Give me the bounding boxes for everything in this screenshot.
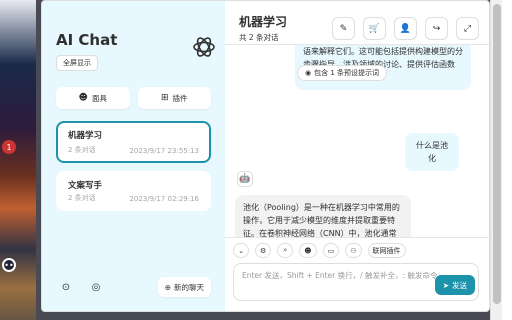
bot-message: 池化（Pooling）是一种在机器学习中常用的操作，它用于减少模型的维度并提取重… — [235, 195, 411, 237]
github-icon: ◎ — [91, 281, 101, 293]
desktop-background: 1 •• — [0, 0, 36, 320]
mask-button[interactable]: ☻ 面具 — [56, 87, 130, 109]
settings-button[interactable]: ⊙ — [56, 277, 76, 297]
mask-button-label: 面具 — [91, 93, 107, 103]
cart-button[interactable]: 🛒 — [363, 17, 386, 40]
preset-prompt-pill[interactable]: ◉ 包含 1 条预设提示词 — [297, 65, 388, 81]
new-chat-label: 新的聊天 — [174, 282, 204, 292]
sidebar: AI Chat 全屏显示 ☻ 面具 ⊞ 插件 机器学习 2 条对话 2023/9… — [42, 1, 225, 311]
chat-header: 机器学习 共 2 条对话 ✎ 🛒 👤 ↪ ⤢ — [225, 1, 489, 45]
mask-icon: ☻ — [304, 246, 312, 255]
web-plugin-button[interactable]: 联网插件 — [367, 243, 406, 258]
edit-button[interactable]: ✎ — [332, 17, 355, 40]
page-scrollbar[interactable] — [490, 0, 502, 320]
plus-circle-icon: ⊕ — [164, 282, 171, 292]
scroll-down-button[interactable]: ⌄ — [233, 243, 249, 258]
scrollbar-thumb[interactable] — [493, 4, 501, 304]
user-button[interactable]: 👤 — [394, 17, 417, 40]
wand-icon: ⌕ — [283, 246, 288, 254]
new-chat-button[interactable]: ⊕ 新的聊天 — [157, 277, 211, 297]
input-toolbar: ⌄ ⚙ ⌕ ☻ ▭ ⚇ 联网插件 — [225, 237, 489, 259]
share-icon: ↪ — [432, 23, 441, 34]
send-icon: ➤ — [442, 280, 449, 290]
chat-list: 机器学习 2 条对话 2023/9/17 23:55:13 文案写手 2 条对话… — [56, 121, 211, 211]
double-chevron-down-icon: ⌄ — [238, 246, 244, 255]
eye-icon: ◉ — [305, 69, 312, 77]
chat-window: AI Chat 全屏显示 ☻ 面具 ⊞ 插件 机器学习 2 条对话 2023/9… — [41, 0, 490, 312]
app-icon: •• — [2, 258, 16, 272]
chat-item-title: 文案写手 — [68, 181, 103, 191]
broom-icon: ▭ — [327, 246, 335, 255]
plugin-grid-icon: ⊞ — [160, 93, 169, 103]
send-label: 发送 — [452, 280, 467, 290]
bot-avatar: 🤖 — [237, 171, 253, 187]
gear-icon: ⚙ — [260, 246, 267, 255]
plugin-button[interactable]: ⊞ 插件 — [137, 87, 211, 109]
chat-item-date: 2023/9/17 02:29:16 — [129, 195, 199, 203]
user-message: 什么是池化 — [405, 133, 459, 171]
robot-button[interactable]: ⚇ — [345, 243, 362, 258]
fullscreen-button[interactable]: 全屏显示 — [56, 55, 98, 71]
mask-toolbar-button[interactable]: ☻ — [299, 243, 317, 258]
notification-icon: 1 — [2, 140, 16, 154]
pencil-icon: ✎ — [339, 23, 348, 34]
chat-item-date: 2023/9/17 23:55:13 — [129, 147, 199, 155]
fullscreen-toggle-button[interactable]: ⤢ — [456, 17, 479, 40]
plugin-button-label: 插件 — [172, 93, 188, 103]
chat-item[interactable]: 文案写手 2 条对话 2023/9/17 02:29:16 — [56, 171, 211, 211]
message-list: 语来解释它们。这可能包括提供构建模型的分步骤指导、涉及领域的讨论、提供评估函数等… — [225, 45, 489, 237]
github-button[interactable]: ◎ — [86, 277, 106, 297]
chat-item-title: 机器学习 — [68, 131, 103, 141]
chat-item-count: 2 条对话 — [68, 146, 96, 154]
share-button[interactable]: ↪ — [425, 17, 448, 40]
user-icon: 👤 — [399, 23, 412, 34]
chat-main: 机器学习 共 2 条对话 ✎ 🛒 👤 ↪ ⤢ 语来解释它们。这可能包括提供构建模… — [225, 1, 489, 311]
mask-icon: ☻ — [78, 93, 88, 103]
expand-icon: ⤢ — [463, 23, 472, 34]
send-button[interactable]: ➤ 发送 — [434, 275, 475, 295]
prompt-button[interactable]: ⌕ — [277, 243, 294, 258]
app-title: AI Chat — [56, 31, 118, 49]
clear-context-button[interactable]: ▭ — [322, 243, 340, 258]
settings-icon: ⊙ — [61, 281, 71, 293]
openai-logo-icon — [193, 37, 215, 57]
cart-icon: 🛒 — [368, 23, 381, 34]
preset-prompt-label: 包含 1 条预设提示词 — [314, 69, 380, 77]
settings-toolbar-button[interactable]: ⚙ — [255, 243, 272, 258]
chat-item-count: 2 条对话 — [68, 194, 96, 202]
right-edge — [502, 0, 512, 320]
robot-icon: ⚇ — [350, 246, 357, 255]
chat-item[interactable]: 机器学习 2 条对话 2023/9/17 23:55:13 — [56, 121, 211, 163]
